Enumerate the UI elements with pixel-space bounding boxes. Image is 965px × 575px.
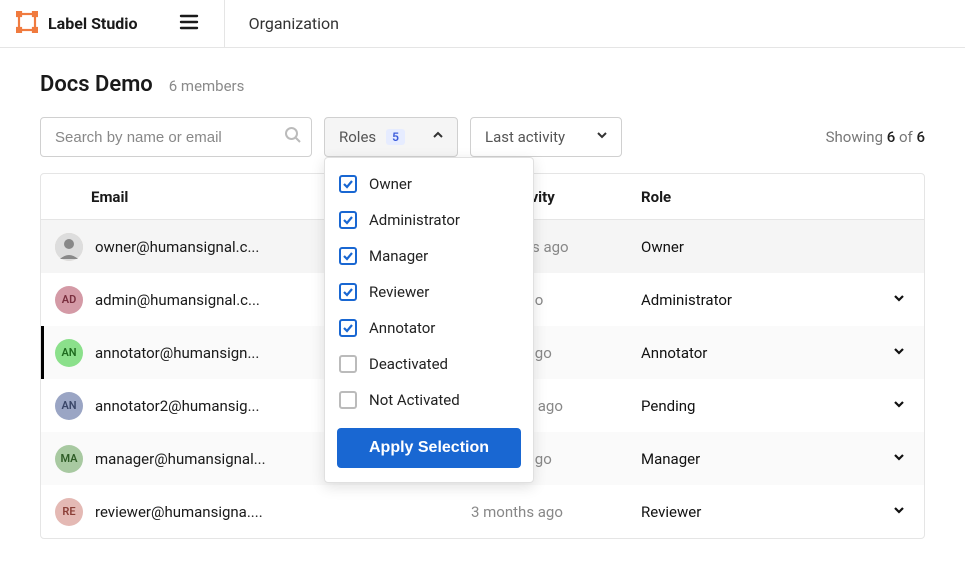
checkbox-icon [339, 283, 357, 301]
checkbox-icon [339, 175, 357, 193]
cell-role: Pending [641, 397, 874, 415]
app-logo[interactable]: Label Studio [16, 11, 138, 37]
showing-label: Showing 6 of 6 [826, 128, 925, 146]
roles-option-label: Reviewer [369, 283, 429, 301]
chevron-down-icon [891, 504, 907, 522]
email-text: annotator2@humansig... [95, 397, 259, 415]
search-input[interactable] [40, 117, 312, 157]
logo-icon [16, 11, 38, 37]
roles-count-badge: 5 [386, 129, 405, 145]
avatar [55, 233, 83, 261]
role-dropdown-trigger[interactable] [874, 343, 924, 363]
dropdown-footer: Apply Selection [325, 418, 533, 474]
cell-role: Reviewer [641, 503, 874, 521]
role-dropdown-trigger[interactable] [874, 396, 924, 416]
roles-option-label: Not Activated [369, 391, 460, 409]
roles-option-label: Owner [369, 175, 412, 193]
roles-option[interactable]: Deactivated [325, 346, 533, 382]
roles-option[interactable]: Administrator [325, 202, 533, 238]
role-dropdown-trigger[interactable] [874, 290, 924, 310]
roles-filter-wrap: Roles 5 OwnerAdministratorManagerReviewe… [324, 117, 458, 157]
search-box [40, 117, 312, 157]
org-header: Docs Demo 6 members [40, 72, 925, 97]
chevron-down-icon [891, 345, 907, 363]
roles-option-label: Manager [369, 247, 428, 265]
checkbox-icon [339, 355, 357, 373]
email-text: manager@humansignal... [95, 450, 266, 468]
email-text: reviewer@humansigna.... [95, 503, 263, 521]
cell-role: Administrator [641, 291, 874, 309]
page-title: Organization [249, 14, 339, 33]
chevron-down-icon [595, 128, 609, 146]
checkbox-icon [339, 247, 357, 265]
role-dropdown-trigger[interactable] [874, 449, 924, 469]
avatar: AD [55, 286, 83, 314]
roles-option-label: Annotator [369, 319, 435, 337]
chevron-down-icon [891, 398, 907, 416]
cell-role: Owner [641, 238, 874, 256]
apply-selection-button[interactable]: Apply Selection [337, 428, 521, 468]
roles-option[interactable]: Manager [325, 238, 533, 274]
cell-activity: 3 months ago [471, 503, 641, 521]
app-name: Label Studio [48, 14, 138, 33]
email-text: annotator@humansign... [95, 344, 259, 362]
avatar: RE [55, 498, 83, 526]
roles-option[interactable]: Not Activated [325, 382, 533, 418]
roles-option[interactable]: Annotator [325, 310, 533, 346]
col-header-role: Role [641, 188, 874, 206]
app-header: Label Studio Organization [0, 0, 965, 48]
org-name: Docs Demo [40, 72, 153, 97]
avatar: AN [55, 392, 83, 420]
role-dropdown-trigger[interactable] [874, 502, 924, 522]
roles-option[interactable]: Owner [325, 166, 533, 202]
chevron-down-icon [891, 292, 907, 310]
table-row[interactable]: RE reviewer@humansigna.... 3 months agoRev… [41, 485, 924, 538]
email-text: admin@humansignal.c... [95, 291, 260, 309]
checkbox-icon [339, 391, 357, 409]
chevron-up-icon [431, 128, 445, 146]
cell-role: Manager [641, 450, 874, 468]
roles-option[interactable]: Reviewer [325, 274, 533, 310]
cell-role: Annotator [641, 344, 874, 362]
roles-filter[interactable]: Roles 5 [324, 117, 458, 157]
roles-option-label: Administrator [369, 211, 460, 229]
content-area: Docs Demo 6 members Roles 5 OwnerAdminis… [0, 48, 965, 539]
roles-dropdown: Owner Administrator Manager Reviewer Annotat… [324, 157, 534, 483]
checkbox-icon [339, 319, 357, 337]
email-text: owner@humansignal.c... [95, 238, 259, 256]
checkbox-icon [339, 211, 357, 229]
menu-toggle[interactable] [178, 0, 225, 47]
controls-row: Roles 5 OwnerAdministratorManagerReviewe… [40, 117, 925, 157]
chevron-down-icon [891, 451, 907, 469]
activity-sort-label: Last activity [485, 128, 565, 146]
roles-filter-label: Roles [339, 128, 376, 146]
activity-sort[interactable]: Last activity [470, 117, 622, 157]
avatar: AN [55, 339, 83, 367]
roles-option-label: Deactivated [369, 355, 448, 373]
member-count: 6 members [169, 77, 245, 95]
avatar: MA [55, 445, 83, 473]
hamburger-icon [178, 11, 200, 37]
cell-email: RE reviewer@humansigna.... [41, 498, 471, 526]
